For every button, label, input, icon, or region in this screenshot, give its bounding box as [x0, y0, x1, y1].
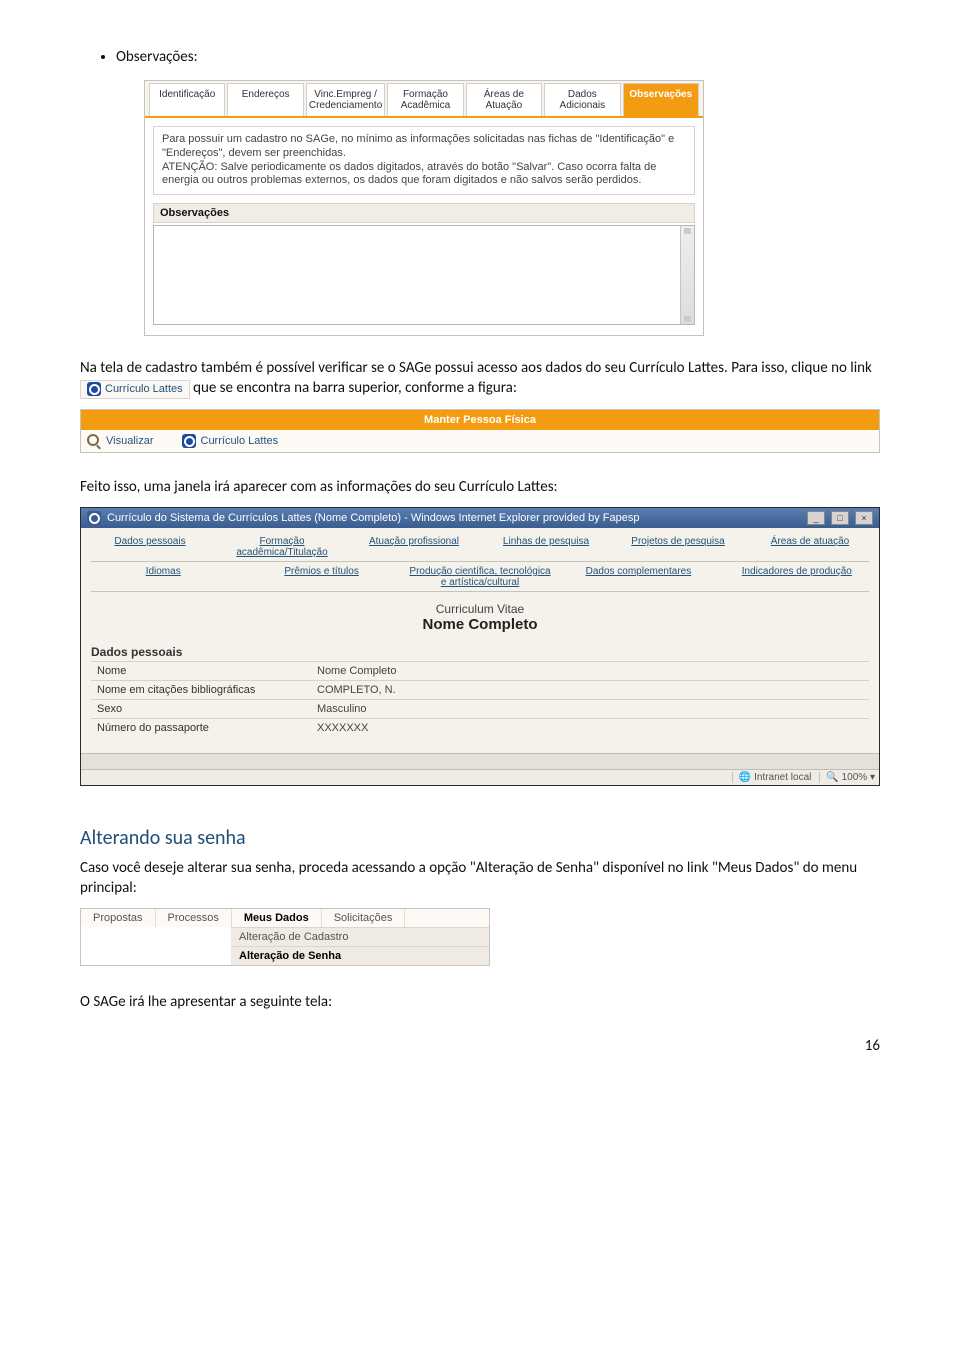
manter-header: Manter Pessoa Física [81, 410, 879, 430]
tab--reas-de-atua-o[interactable]: Áreas de Atuação [466, 83, 542, 116]
menu-bar: PropostasProcessosMeus DadosSolicitações [81, 909, 489, 927]
curriculo-lattes-inline-link[interactable]: Currículo Lattes [80, 380, 190, 399]
status-intranet-label: Intranet local [754, 772, 811, 783]
visualizar-label: Visualizar [106, 435, 154, 447]
cv-nav-indicadores-de-produ-o[interactable]: Indicadores de produção [725, 566, 869, 589]
tab-endere-os[interactable]: Endereços [227, 83, 303, 116]
ie-icon [87, 511, 101, 525]
para1-after: que se encontra na barra superior, confo… [193, 379, 517, 397]
lattes-icon [182, 434, 196, 448]
status-intranet: 🌐 Intranet local [732, 772, 812, 783]
table-row: Número do passaporteXXXXXXX [91, 718, 869, 737]
visualizar-link[interactable]: Visualizar [87, 434, 154, 448]
tab-observa-es[interactable]: Observações [623, 83, 699, 116]
curriculo-lattes-link[interactable]: Currículo Lattes [182, 434, 279, 448]
tab-dados-adicionais[interactable]: Dados Adicionais [544, 83, 620, 116]
screenshot-ie-window: Currículo do Sistema de Currículos Latte… [80, 507, 880, 786]
cv-subtitle: Curriculum Vitae [91, 602, 869, 616]
cv-name: Nome Completo [91, 616, 869, 633]
cv-nav-atua-o-profissional[interactable]: Atuação profissional [355, 536, 473, 559]
submenu: Alteração de CadastroAlteração de Senha [81, 927, 489, 965]
screenshot-observacoes-panel: IdentificaçãoEndereçosVinc.Empreg / Cred… [144, 80, 704, 336]
cv-nav-forma-o-acad-mica-titula-o[interactable]: Formação acadêmica/Titulação [223, 536, 341, 559]
close-button[interactable]: × [855, 511, 873, 525]
status-zoom[interactable]: 🔍 100% ▾ [819, 772, 875, 783]
page-number: 16 [80, 1037, 880, 1055]
menu-meus-dados[interactable]: Meus Dados [232, 909, 322, 927]
cv-nav--reas-de-atua-o[interactable]: Áreas de atuação [751, 536, 869, 559]
tabs-row: IdentificaçãoEndereçosVinc.Empreg / Cred… [145, 81, 703, 118]
table-row: Nome em citações bibliográficasCOMPLETO,… [91, 680, 869, 699]
info-box: Para possuir um cadastro no SAGe, no mín… [153, 126, 695, 195]
cv-nav-dados-pessoais[interactable]: Dados pessoais [91, 536, 209, 559]
para3: Caso você deseje alterar sua senha, proc… [80, 858, 880, 899]
heading-alterando-senha: Alterando sua senha [80, 826, 880, 850]
heading-bullet: Observações: [116, 48, 198, 66]
scrollbar[interactable] [680, 226, 694, 324]
submenu-altera-o-de-senha[interactable]: Alteração de Senha [231, 946, 489, 965]
para2: Feito isso, uma janela irá aparecer com … [80, 477, 880, 497]
table-row: SexoMasculino [91, 699, 869, 718]
cv-nav-row1: Dados pessoais Formação acadêmica/Titulaç… [91, 534, 869, 562]
lattes-icon [87, 382, 101, 396]
para1-before: Na tela de cadastro também é possível ve… [80, 359, 872, 377]
para4: O SAGe irá lhe apresentar a seguinte tel… [80, 992, 880, 1012]
status-bar: 🌐 Intranet local 🔍 100% ▾ [81, 769, 879, 785]
horizontal-scrollbar[interactable] [81, 753, 879, 769]
cv-nav-projetos-de-pesquisa[interactable]: Projetos de pesquisa [619, 536, 737, 559]
table-row: NomeNome Completo [91, 661, 869, 680]
menu-processos[interactable]: Processos [156, 909, 232, 927]
cv-nav-idiomas[interactable]: Idiomas [91, 566, 235, 589]
window-title: Currículo do Sistema de Currículos Latte… [107, 512, 801, 524]
magnifier-icon [87, 434, 101, 448]
menu-solicita-es[interactable]: Solicitações [322, 909, 406, 927]
screenshot-manter-bar: Manter Pessoa Física Visualizar Currícul… [80, 409, 880, 453]
submenu-altera-o-de-cadastro[interactable]: Alteração de Cadastro [231, 927, 489, 946]
cv-nav-pr-mios-e-t-tulos[interactable]: Prêmios e títulos [249, 566, 393, 589]
screenshot-menu: PropostasProcessosMeus DadosSolicitações… [80, 908, 490, 966]
maximize-button[interactable]: □ [831, 511, 849, 525]
cv-personal-table: NomeNome CompletoNome em citações biblio… [91, 661, 869, 737]
curriculo-lattes-inline-label: Currículo Lattes [105, 382, 183, 397]
cv-section-title: Dados pessoais [91, 645, 869, 659]
cv-nav-produ-o-cient-fica-tecnol-gica-e-art-stica-cultural[interactable]: Produção científica, tecnológica e artís… [408, 566, 552, 589]
minimize-button[interactable]: _ [807, 511, 825, 525]
observacoes-textarea[interactable] [153, 225, 695, 325]
cv-nav-dados-complementares[interactable]: Dados complementares [566, 566, 710, 589]
cv-nav-linhas-de-pesquisa[interactable]: Linhas de pesquisa [487, 536, 605, 559]
tab-vinc-empreg-credenciamento[interactable]: Vinc.Empreg / Credenciamento [306, 83, 385, 116]
cv-nav-row2: Idiomas Prêmios e títulos Produção científ… [91, 564, 869, 592]
window-titlebar: Currículo do Sistema de Currículos Latte… [81, 508, 879, 528]
tab-identifica-o[interactable]: Identificação [149, 83, 225, 116]
tab-forma-o-acad-mica[interactable]: Formação Acadêmica [387, 83, 463, 116]
menu-propostas[interactable]: Propostas [81, 909, 156, 927]
curriculo-lattes-label: Currículo Lattes [201, 435, 279, 447]
observacoes-section-title: Observações [153, 203, 695, 223]
status-zoom-value: 100% [842, 772, 868, 783]
